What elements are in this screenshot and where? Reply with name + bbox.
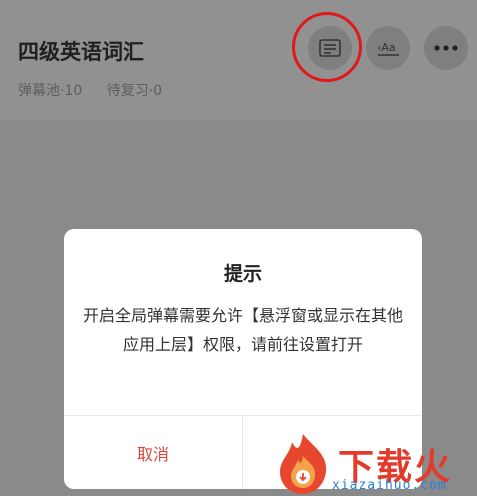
flame-logo-icon bbox=[280, 434, 327, 494]
page-title: 四级英语词汇 bbox=[18, 40, 144, 64]
top-header: 四级英语词汇 弹幕池·10 待复习·0 ‹Aa bbox=[0, 0, 477, 120]
watermark-url: xiazaihuo.com bbox=[332, 478, 447, 493]
dialog-message: 开启全局弹幕需要允许【悬浮窗或显示在其他应用上层】权限，请前往设置打开 bbox=[82, 306, 403, 354]
dialog-title: 提示 bbox=[223, 263, 262, 285]
stats-row: 弹幕池·10 待复习·0 bbox=[18, 80, 182, 100]
translate-icon: ‹Aa bbox=[377, 41, 399, 56]
to-review-count: 待复习·0 bbox=[106, 83, 163, 99]
cancel-button[interactable]: 取消 bbox=[64, 416, 242, 489]
more-button[interactable] bbox=[424, 26, 468, 70]
svg-text:‹Aa: ‹Aa bbox=[377, 41, 396, 54]
danmaku-pool-count: 弹幕池·10 bbox=[18, 83, 83, 99]
more-icon bbox=[434, 45, 458, 51]
annotation-circle bbox=[292, 12, 362, 82]
translate-button[interactable]: ‹Aa bbox=[366, 26, 410, 70]
watermark: 下载火 xiazaihuo.com bbox=[272, 430, 477, 496]
